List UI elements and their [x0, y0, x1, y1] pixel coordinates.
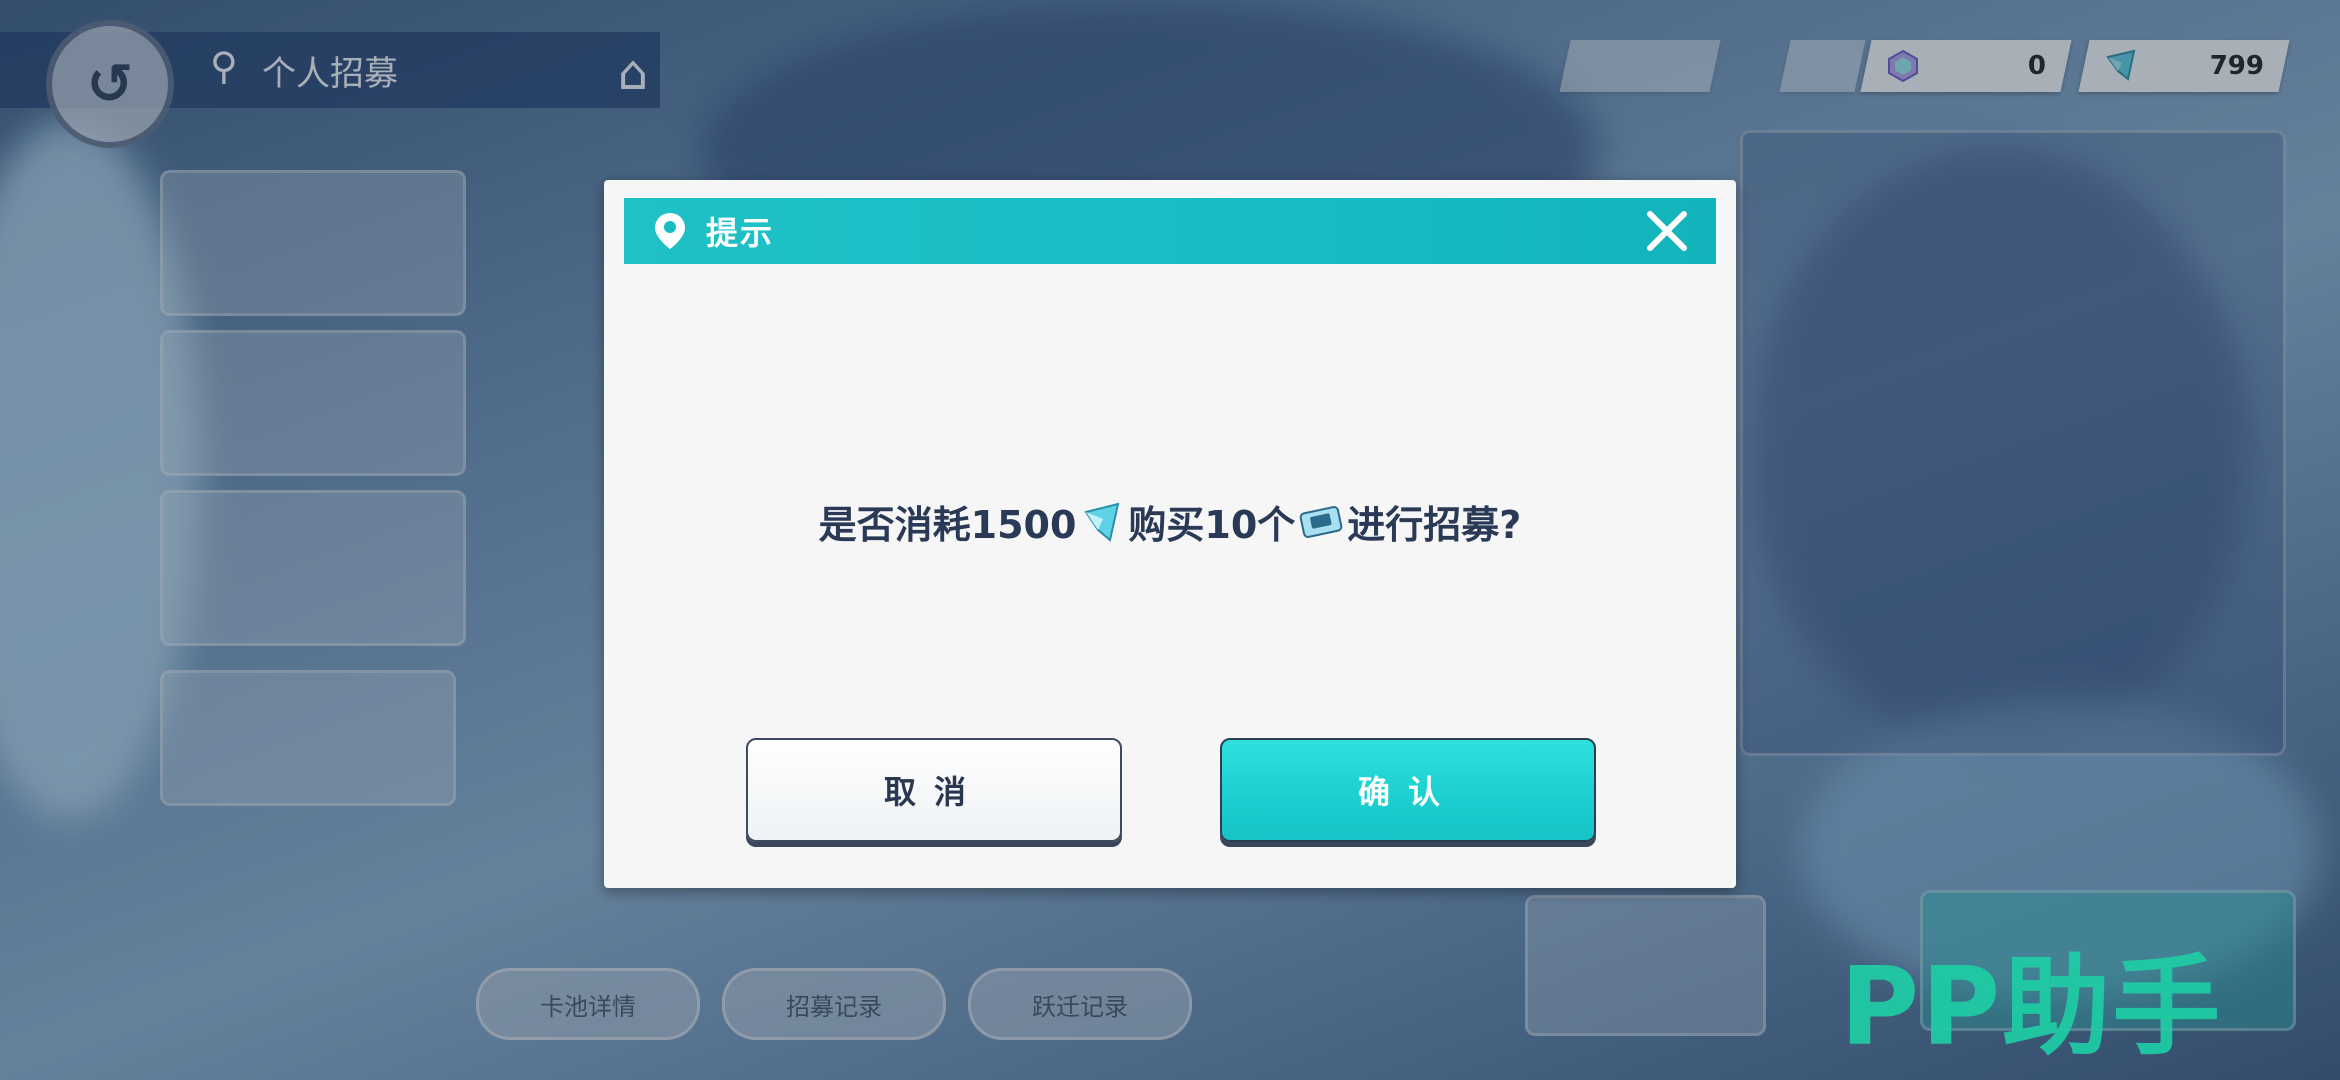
message-text-1: 是否消耗1500	[818, 503, 1077, 547]
recruit-ticket-icon	[1299, 505, 1343, 538]
crystal-ticket-icon	[1084, 502, 1120, 542]
dialog-title: 提示	[706, 214, 775, 252]
dialog-header: 提示	[624, 198, 1716, 264]
confirm-button[interactable]: 确认	[1220, 738, 1596, 842]
message-text-2: 购买10个	[1128, 503, 1296, 547]
dialog-message: 是否消耗1500 购买10个 进行招募?	[604, 494, 1736, 549]
confirm-dialog: 提示 是否消耗1500 购买10个 进行招募? 取消 确认	[604, 180, 1736, 888]
watermark-logo: PP助手	[1840, 945, 2223, 1070]
cancel-button[interactable]: 取消	[746, 738, 1122, 842]
message-text-3: 进行招募?	[1347, 503, 1522, 547]
close-icon[interactable]	[1640, 204, 1694, 258]
location-pin-icon	[655, 213, 685, 249]
